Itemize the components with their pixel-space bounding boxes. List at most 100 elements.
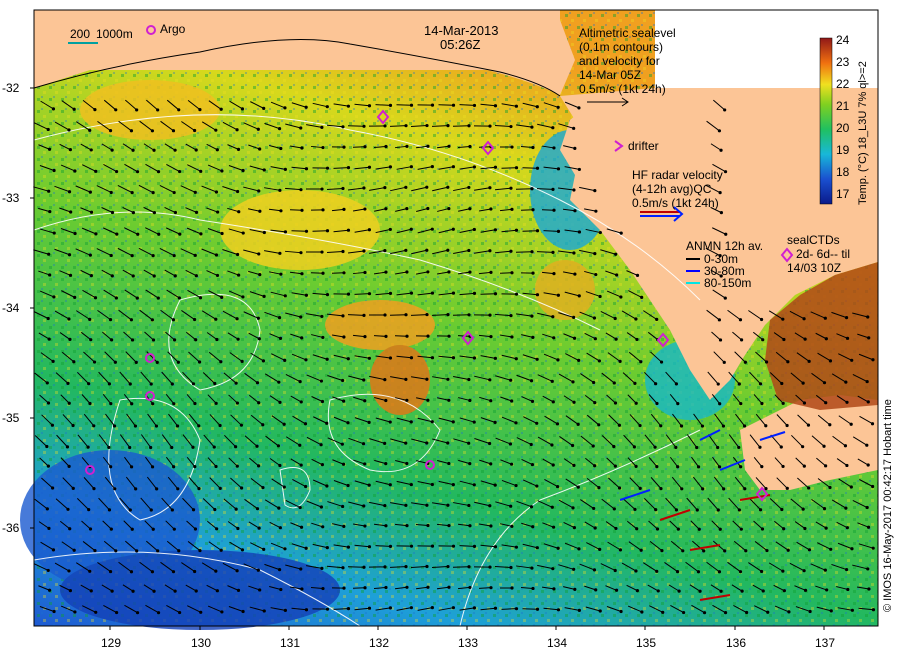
velocity-arrow-head <box>786 360 790 364</box>
velocity-arrow-head <box>131 589 135 593</box>
velocity-arrow-head <box>94 610 98 614</box>
velocity-arrow-head <box>342 271 346 275</box>
velocity-arrow-head <box>405 144 409 148</box>
velocity-arrow-head <box>551 525 556 529</box>
velocity-arrow-head <box>193 569 197 574</box>
velocity-arrow-head <box>341 125 345 129</box>
velocity-arrow-head <box>191 382 196 386</box>
velocity-arrow-head <box>530 187 534 191</box>
velocity-arrow-head <box>758 508 763 512</box>
velocity-arrow-head <box>50 486 55 490</box>
velocity-arrow-head <box>472 291 477 295</box>
velocity-arrow-head <box>577 106 581 110</box>
velocity-arrow-head <box>635 527 639 531</box>
velocity-arrow <box>312 230 328 232</box>
velocity-arrow-head <box>866 525 871 529</box>
velocity-arrow-head <box>654 382 658 386</box>
velocity-arrow-head <box>241 231 245 235</box>
velocity-arrow-head <box>430 420 434 424</box>
argo-label: Argo <box>160 22 186 36</box>
velocity-arrow <box>347 314 365 316</box>
velocity-arrow-head <box>572 126 576 130</box>
velocity-arrow <box>347 566 365 568</box>
velocity-arrow-head <box>737 445 741 450</box>
credit-text: © IMOS 16-May-2017 00:42:17 Hobart time <box>882 399 894 612</box>
velocity-arrow-head <box>300 587 304 591</box>
velocity-arrow-head <box>655 465 659 469</box>
velocity-arrow-head <box>88 401 92 406</box>
velocity-arrow-head <box>383 313 387 317</box>
velocity-arrow-head <box>67 128 71 132</box>
velocity-arrow-head <box>283 547 287 551</box>
drifter-label: drifter <box>628 139 659 153</box>
velocity-arrow-head <box>823 568 827 572</box>
velocity-arrow-head <box>675 569 680 574</box>
velocity-arrow-head <box>617 423 621 427</box>
velocity-arrow-head <box>446 564 450 569</box>
lat-tick: -34 <box>2 301 20 315</box>
velocity-arrow-head <box>758 382 763 386</box>
velocity-arrow-head <box>194 210 199 214</box>
map-time: 05:26Z <box>440 37 481 52</box>
velocity-arrow-head <box>404 124 408 128</box>
velocity-arrow-head <box>593 401 597 405</box>
velocity-arrow-head <box>93 107 97 112</box>
velocity-arrow-head <box>177 296 181 300</box>
velocity-arrow-head <box>279 587 283 592</box>
velocity-arrow-head <box>613 316 617 321</box>
velocity-arrow-head <box>220 295 224 299</box>
velocity-arrow-head <box>510 145 514 149</box>
velocity-arrow-head <box>388 606 393 610</box>
velocity-arrow-head <box>530 399 535 404</box>
velocity-arrow-head <box>216 210 220 214</box>
velocity-arrow-head <box>130 254 134 258</box>
velocity-arrow-head <box>51 107 56 111</box>
velocity-arrow-head <box>867 587 871 591</box>
velocity-arrow-head <box>172 338 177 342</box>
velocity-arrow-head <box>552 208 556 212</box>
velocity-arrow-head <box>489 399 493 403</box>
velocity-arrow-head <box>576 485 580 489</box>
velocity-arrow-head <box>218 486 222 490</box>
velocity-arrow-head <box>409 291 414 295</box>
velocity-arrow-head <box>426 270 430 274</box>
velocity-arrow-head <box>425 248 429 252</box>
velocity-arrow-head <box>258 273 262 277</box>
velocity-arrow-head <box>341 314 345 318</box>
velocity-arrow-head <box>152 148 156 152</box>
velocity-arrow-head <box>52 168 56 173</box>
velocity-arrow-head <box>300 272 304 276</box>
lat-tick: -33 <box>2 191 20 205</box>
velocity-arrow-head <box>405 523 409 528</box>
velocity-arrow-head <box>572 188 576 192</box>
velocity-arrow-head <box>556 105 560 109</box>
velocity-arrow-head <box>193 465 197 469</box>
velocity-arrow-head <box>384 270 388 274</box>
velocity-arrow-head <box>426 206 430 211</box>
velocity-arrow-head <box>45 507 49 511</box>
velocity-arrow-head <box>430 103 435 107</box>
velocity-arrow-head <box>193 527 198 531</box>
velocity-arrow-head <box>346 483 350 488</box>
velocity-arrow-head <box>320 314 324 319</box>
velocity-arrow-head <box>239 423 244 427</box>
velocity-arrow-head <box>555 484 560 489</box>
velocity-arrow-head <box>135 549 139 553</box>
velocity-arrow-head <box>594 272 598 277</box>
velocity-arrow-head <box>215 337 219 342</box>
velocity-arrow-head <box>514 166 519 170</box>
velocity-arrow-head <box>828 359 833 363</box>
velocity-arrow-head <box>592 380 596 385</box>
velocity-arrow-head <box>299 126 303 130</box>
velocity-arrow-head <box>109 253 113 258</box>
velocity-arrow-head <box>510 271 514 275</box>
velocity-arrow-head <box>383 248 387 253</box>
velocity-arrow-head <box>150 465 155 469</box>
velocity-arrow-head <box>320 463 324 467</box>
velocity-arrow-head <box>823 316 827 320</box>
velocity-arrow-head <box>446 313 450 317</box>
lon-tick: 137 <box>815 636 836 650</box>
velocity-arrow-head <box>701 487 705 491</box>
velocity-arrow-head <box>341 249 345 254</box>
velocity-arrow-head <box>598 230 602 235</box>
